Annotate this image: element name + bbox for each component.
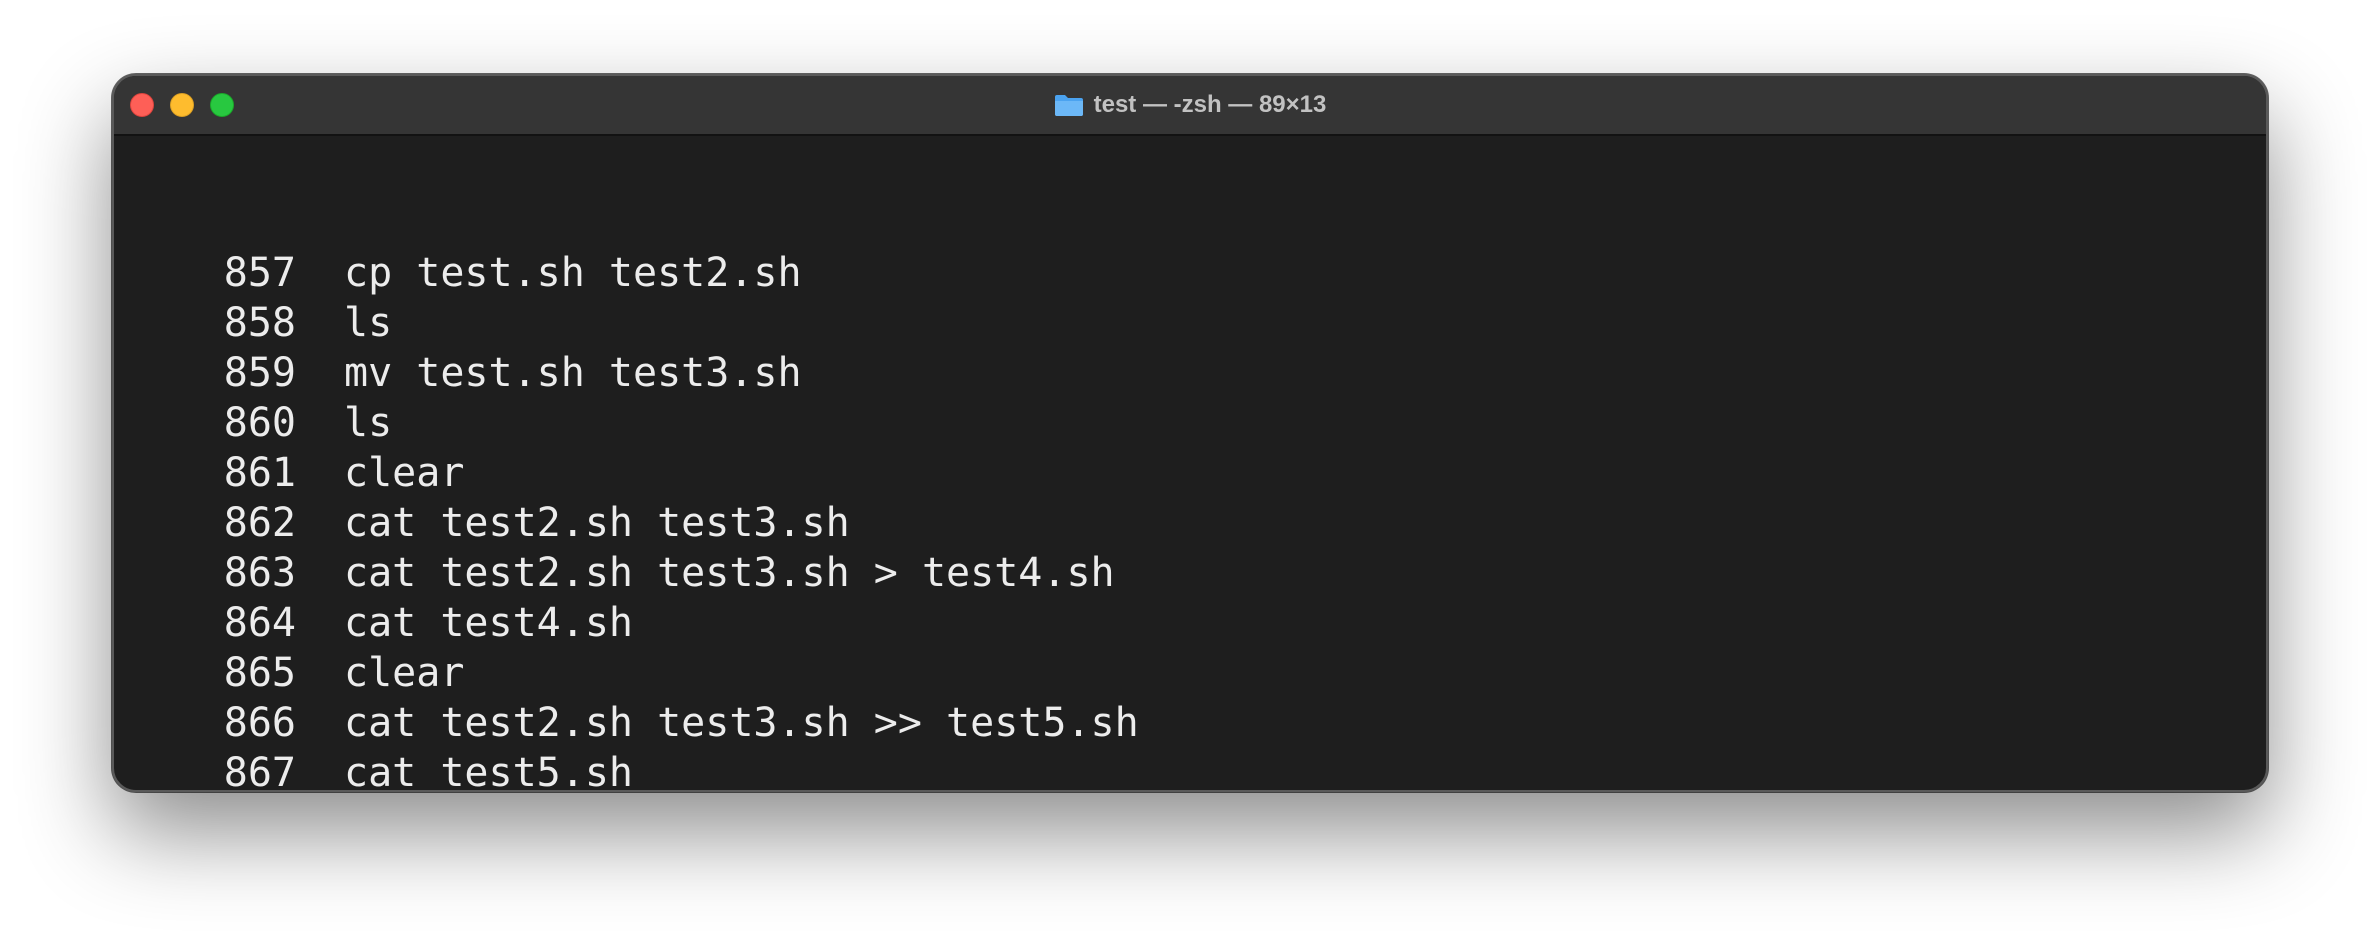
history-line: 858 ls: [128, 298, 2266, 348]
history-command: mv test.sh test3.sh: [344, 350, 802, 396]
history-number: 858: [223, 300, 296, 346]
history-command: cat test2.sh test3.sh >> test5.sh: [344, 700, 1139, 746]
history-number: 867: [223, 750, 296, 792]
history-line: 859 mv test.sh test3.sh: [128, 348, 2266, 398]
history-command: cat test5.sh: [344, 750, 633, 792]
window-title: test — -zsh — 89×13: [1093, 91, 1327, 118]
history-command: clear: [344, 650, 465, 696]
history-line: 867 cat test5.sh: [128, 748, 2266, 792]
history-line: 860 ls: [128, 398, 2266, 448]
folder-icon: [1054, 93, 1084, 117]
history-number: 861: [223, 450, 296, 496]
history-number: 860: [223, 400, 296, 446]
history-number: 864: [223, 600, 296, 646]
history-command: ls: [344, 400, 393, 446]
history-line: 864 cat test4.sh: [128, 598, 2266, 648]
history-number: 857: [223, 250, 296, 296]
terminal-window[interactable]: test — -zsh — 89×13 857 cp test.sh test2.…: [112, 74, 2268, 792]
history-command: ls: [344, 300, 393, 346]
terminal-output[interactable]: 857 cp test.sh test2.sh 858 ls 859 mv test.sh…: [114, 136, 2266, 790]
history-command: cat test2.sh test3.sh > test4.sh: [344, 550, 1115, 596]
history-command: cat test2.sh test3.sh: [344, 500, 850, 546]
history-line: 866 cat test2.sh test3.sh >> test5.sh: [128, 698, 2266, 748]
window-title-group: test — -zsh — 89×13: [114, 76, 2266, 134]
history-number: 865: [223, 650, 296, 696]
history-command: cp test.sh test2.sh: [344, 250, 802, 296]
title-bar[interactable]: test — -zsh — 89×13: [114, 76, 2266, 136]
history-line: 862 cat test2.sh test3.sh: [128, 498, 2266, 548]
history-line: 863 cat test2.sh test3.sh > test4.sh: [128, 548, 2266, 598]
history-line: 861 clear: [128, 448, 2266, 498]
history-number: 866: [223, 700, 296, 746]
history-number: 863: [223, 550, 296, 596]
history-line: 865 clear: [128, 648, 2266, 698]
history-line: 857 cp test.sh test2.sh: [128, 248, 2266, 298]
history-command: clear: [344, 450, 465, 496]
history-number: 859: [223, 350, 296, 396]
history-command: cat test4.sh: [344, 600, 633, 646]
history-number: 862: [223, 500, 296, 546]
